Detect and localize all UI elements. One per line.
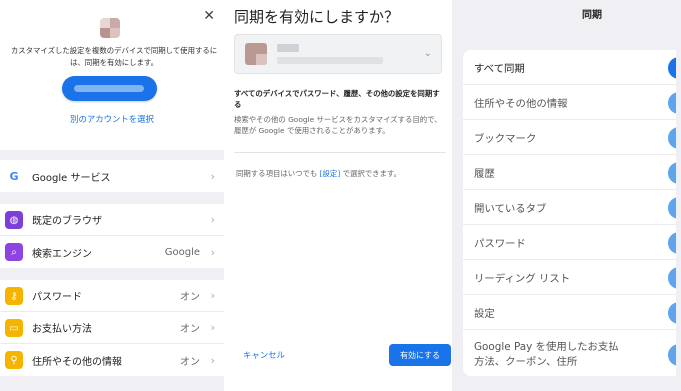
page-title: 同期 xyxy=(582,10,602,21)
sync-option-row: すべて同期 xyxy=(463,50,681,85)
search-icon: ⌕ xyxy=(5,243,23,261)
sync-promo-card: ✕ カスタマイズした設定を複数のデバイスで同期して使用するには、同期を有効にしま… xyxy=(0,0,224,150)
settings-row-value: オン xyxy=(180,292,200,303)
close-icon[interactable]: ✕ xyxy=(203,9,215,23)
settings-row-label: 住所やその他の情報 xyxy=(32,356,122,368)
settings-row-label: 検索エンジン xyxy=(32,248,92,260)
settings-row-addresses[interactable]: ⚲ 住所やその他の情報 オン › xyxy=(0,344,224,376)
settings-row-label: パスワード xyxy=(32,292,82,303)
card-icon: ▭ xyxy=(5,319,23,337)
chevron-right-icon: › xyxy=(210,213,215,226)
settings-row-google-services[interactable]: G Google サービス › xyxy=(0,160,224,192)
sync-option-label: 開いているタブ xyxy=(474,202,547,215)
sync-option-label: 履歴 xyxy=(474,167,495,180)
settings-row-default-browser[interactable]: ◍ 既定のブラウザ › xyxy=(0,204,224,236)
chevron-down-icon: ⌄ xyxy=(423,48,432,59)
settings-row-label: Google サービス xyxy=(32,172,111,184)
settings-link[interactable]: [設定] xyxy=(320,169,341,178)
sync-option-row: 設定 xyxy=(463,295,681,330)
cancel-button[interactable]: キャンセル xyxy=(243,349,285,361)
sync-option-row: 履歴 xyxy=(463,155,681,190)
settings-section-browser: ◍ 既定のブラウザ › ⌕ 検索エンジン Google › xyxy=(0,204,224,268)
sync-option-row: Google Pay を使用したお支払 方法、クーポン、住所 xyxy=(463,330,681,376)
key-icon: ⚷ xyxy=(5,287,23,305)
sync-option-label: Google Pay を使用したお支払 方法、クーポン、住所 xyxy=(474,341,619,368)
sync-option-row: パスワード xyxy=(463,225,681,260)
avatar xyxy=(245,43,267,65)
browser-icon: ◍ xyxy=(5,211,23,229)
settings-row-value: オン xyxy=(180,324,200,335)
sync-option-label: すべて同期 xyxy=(474,62,525,75)
sync-settings-panel: 同期 すべて同期住所やその他の情報 ブックマーク 履歴開いているタブ パスワードリーデ… xyxy=(452,0,681,391)
settings-section-autofill: ⚷ パスワード オン › ▭ お支払い方法 オン › ⚲ 住所やその他の情報 オン › xyxy=(0,280,224,376)
continue-as-user-button[interactable] xyxy=(62,76,157,101)
chevron-right-icon: › xyxy=(210,353,215,367)
sync-option-label: リーディング リスト xyxy=(474,272,571,285)
account-selector[interactable]: ⌄ xyxy=(234,34,442,74)
account-email-redacted xyxy=(277,57,383,64)
settings-row-payment-methods[interactable]: ▭ お支払い方法 オン › xyxy=(0,312,224,344)
chevron-right-icon: › xyxy=(210,245,215,259)
avatar xyxy=(100,18,120,38)
settings-panel: ✕ カスタマイズした設定を複数のデバイスで同期して使用するには、同期を有効にしま… xyxy=(0,0,224,391)
choose-other-account-link[interactable]: 別のアカウントを選択 xyxy=(0,113,224,125)
settings-section-services: G Google サービス › xyxy=(0,160,224,192)
sync-promo-text: カスタマイズした設定を複数のデバイスで同期して使用するには、同期を有効にします。 xyxy=(10,46,218,67)
settings-row-value: Google xyxy=(164,246,200,258)
settings-row-value: オン xyxy=(180,356,200,368)
location-pin-icon: ⚲ xyxy=(5,351,23,369)
sync-option-label: 設定 xyxy=(474,307,495,320)
sync-option-row: ブックマーク xyxy=(463,120,681,155)
sync-heading: すべてのデバイスでパスワード、履歴、その他の設定を同期する xyxy=(234,89,440,109)
sync-option-label: ブックマーク xyxy=(474,132,537,145)
sync-option-row: 住所やその他の情報 xyxy=(463,85,681,120)
chevron-right-icon: › xyxy=(210,169,215,183)
settings-row-label: 既定のブラウザ xyxy=(32,216,102,227)
divider xyxy=(234,152,446,153)
chevron-right-icon: › xyxy=(210,321,215,334)
sync-settings-note: 同期する項目はいつでも [設定] で選択できます。 xyxy=(236,169,401,178)
enable-sync-button[interactable]: 有効にする xyxy=(389,344,451,366)
sync-description: 検索やその他の Google サービスをカスタマイズする目的で、履歴が Goog… xyxy=(234,115,442,135)
settings-row-label: お支払い方法 xyxy=(32,324,92,335)
sync-option-label: 住所やその他の情報 xyxy=(474,97,568,110)
account-name-redacted xyxy=(277,44,299,52)
chevron-right-icon: › xyxy=(210,289,215,302)
sync-option-label: パスワード xyxy=(474,237,526,250)
settings-row-search-engine[interactable]: ⌕ 検索エンジン Google › xyxy=(0,236,224,268)
edge-strip xyxy=(676,0,681,391)
settings-row-passwords[interactable]: ⚷ パスワード オン › xyxy=(0,280,224,312)
screenshot-root: ✕ カスタマイズした設定を複数のデバイスで同期して使用するには、同期を有効にしま… xyxy=(0,0,681,391)
dialog-title: 同期を有効にしますか？ xyxy=(234,8,400,26)
google-icon: G xyxy=(5,167,23,185)
sync-options-list: すべて同期住所やその他の情報 ブックマーク 履歴開いているタブ パスワードリーディング… xyxy=(463,50,681,376)
sync-option-row: リーディング リスト xyxy=(463,260,681,295)
sync-dialog: 同期を有効にしますか？ ⌄ すべてのデバイスでパスワード、履歴、その他の設定を同… xyxy=(224,0,452,391)
sync-option-row: 開いているタブ xyxy=(463,190,681,225)
